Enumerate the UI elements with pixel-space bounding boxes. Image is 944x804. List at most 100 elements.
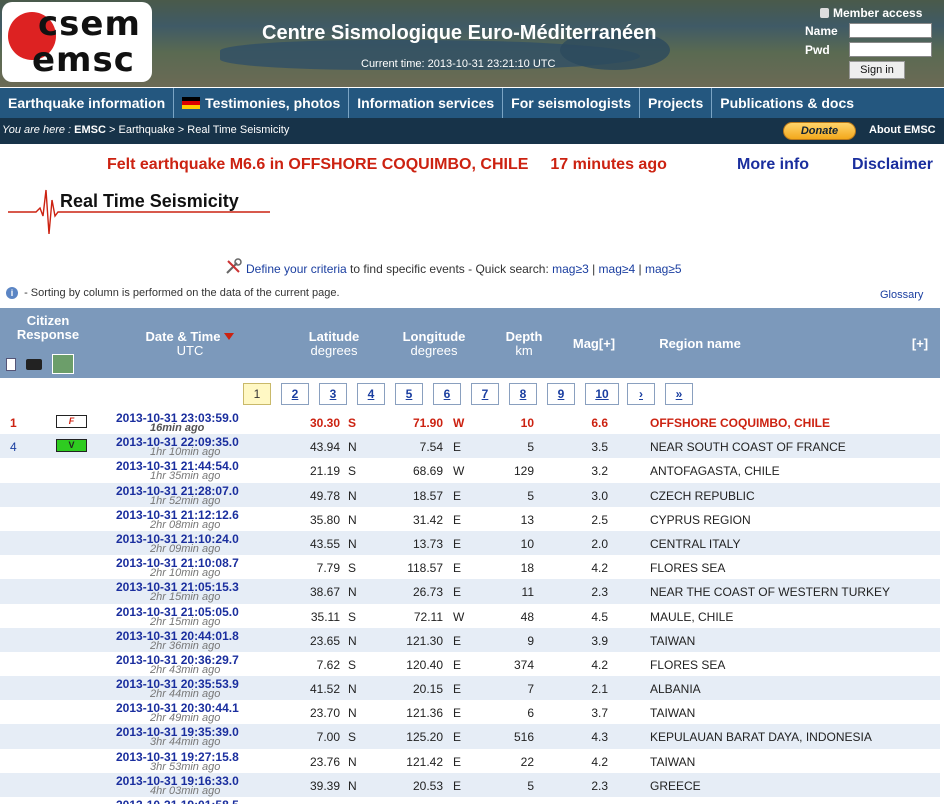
felt-badge[interactable]: F [56, 415, 87, 428]
col-label: Response [16, 327, 80, 342]
latitude-value: 43.94 [309, 440, 340, 455]
map-thumbnail-icon[interactable] [52, 354, 74, 374]
region-name: KEPULAUAN BARAT DAYA, INDONESIA [650, 730, 872, 745]
nav-earthquake-information[interactable]: Earthquake information [0, 88, 175, 118]
latitude-hemisphere: N [348, 585, 357, 600]
table-row[interactable]: 2013-10-31 21:10:08.7 2hr 10min ago 7.79 S 1… [0, 555, 940, 579]
longitude-value: 125.20 [406, 730, 443, 745]
table-row[interactable]: 2013-10-31 19:16:33.0 4hr 03min ago 39.39 N… [0, 772, 940, 797]
col-depth[interactable]: Depth km [494, 330, 554, 358]
table-row[interactable]: 2013-10-31 21:10:24.0 2hr 09min ago 43.55 N… [0, 530, 940, 556]
page-4[interactable]: 4 [357, 383, 385, 405]
longitude-hemisphere: E [453, 657, 462, 672]
quick-search-mag5[interactable]: mag≥5 [645, 262, 682, 276]
depth-value: 374 [513, 657, 534, 672]
donate-button[interactable]: Donate [783, 122, 856, 140]
latitude-value: 41.52 [309, 682, 340, 697]
citizen-count[interactable]: 1 [10, 416, 17, 430]
longitude-hemisphere: E [453, 512, 462, 527]
breadcrumb-path[interactable]: > Earthquake > Real Time Seismicity [106, 124, 289, 136]
nav-publications-docs[interactable]: Publications & docs [712, 88, 862, 118]
alert-ago: 17 minutes ago [550, 156, 667, 173]
table-row[interactable]: 2013-10-31 21:05:15.3 2hr 15min ago 38.67 N… [0, 579, 940, 604]
longitude-value: 121.36 [406, 706, 443, 721]
sign-in-button[interactable]: Sign in [849, 61, 905, 79]
table-row[interactable]: 2013-10-31 19:01:58.5 [0, 797, 940, 804]
logo-text-bottom: emsc [32, 40, 135, 80]
camera-icon[interactable] [26, 358, 42, 370]
quick-search-mag4[interactable]: mag≥4 [599, 262, 636, 276]
col-magnitude[interactable]: Mag[+] [562, 337, 626, 351]
region-name: FLORES SEA [650, 657, 726, 672]
table-row[interactable]: 2013-10-31 21:44:54.0 1hr 35min ago 21.19 S… [0, 458, 940, 482]
longitude-hemisphere: E [453, 585, 462, 600]
about-emsc-link[interactable]: About EMSC [869, 124, 936, 136]
col-longitude[interactable]: Longitude degrees [392, 330, 476, 358]
col-latitude[interactable]: Latitude degrees [294, 330, 374, 358]
page-2[interactable]: 2 [281, 383, 309, 405]
page-8[interactable]: 8 [509, 383, 537, 405]
col-region-name[interactable]: Region name [650, 337, 750, 351]
felt-earthquake-alert[interactable]: Felt earthquake M6.6 in OFFSHORE COQUIMB… [107, 156, 667, 174]
depth-value: 9 [527, 633, 534, 648]
testimony-badge[interactable]: V [56, 439, 87, 453]
next-page-button[interactable]: › [627, 383, 655, 405]
citizen-count[interactable]: 4 [10, 440, 17, 454]
quick-search-mag3[interactable]: mag≥3 [552, 262, 589, 276]
page-6[interactable]: 6 [433, 383, 461, 405]
col-date-time[interactable]: Date & Time UTC [130, 330, 250, 358]
table-row[interactable]: 4 2013-10-31 22:09:35.0 1hr 10min ago 43.94… [0, 434, 940, 459]
page-5[interactable]: 5 [395, 383, 423, 405]
event-datetime-link[interactable]: 2013-10-31 19:01:58.5 [116, 798, 239, 804]
table-header: Citizen Response Date & Time UTC Latitude d… [0, 308, 940, 378]
latitude-value: 23.70 [309, 706, 340, 721]
latitude-value: 39.39 [309, 778, 340, 793]
nav-projects[interactable]: Projects [640, 88, 713, 118]
latitude-value: 49.78 [309, 488, 340, 503]
more-info-link[interactable]: More info [737, 156, 809, 174]
page-7[interactable]: 7 [471, 383, 499, 405]
magnitude-value: 3.5 [591, 440, 608, 455]
latitude-hemisphere: N [348, 633, 357, 648]
event-ago: 4hr 03min ago [150, 784, 221, 797]
breadcrumb-emsc-link[interactable]: EMSC [74, 124, 106, 136]
nav-information-services[interactable]: Information services [349, 88, 504, 118]
longitude-hemisphere: E [453, 778, 462, 793]
longitude-value: 31.42 [412, 512, 443, 527]
logo-text-top: csem [38, 4, 141, 44]
table-row[interactable]: 2013-10-31 19:35:39.0 3hr 44min ago 7.00 S 1… [0, 724, 940, 749]
latitude-hemisphere: N [348, 754, 357, 769]
col-more-button[interactable]: [+] [900, 337, 940, 351]
last-page-button[interactable]: » [665, 383, 693, 405]
testimony-doc-icon[interactable] [6, 357, 16, 371]
table-row[interactable]: 2013-10-31 20:35:53.9 2hr 44min ago 41.52 N… [0, 676, 940, 701]
latitude-value: 7.79 [316, 561, 340, 576]
page-1[interactable]: 1 [243, 383, 271, 405]
table-row[interactable]: 2013-10-31 20:44:01.8 2hr 36min ago 23.65 N… [0, 627, 940, 652]
table-row[interactable]: 2013-10-31 20:30:44.1 2hr 49min ago 23.70 N… [0, 700, 940, 724]
event-ago: 16min ago [150, 422, 205, 434]
col-citizen-response[interactable]: Citizen Response [6, 314, 90, 342]
glossary-link[interactable]: Glossary [880, 289, 923, 301]
page-9[interactable]: 9 [547, 383, 575, 405]
define-criteria-link[interactable]: Define your criteria [246, 262, 347, 276]
table-row[interactable]: 2013-10-31 21:28:07.0 1hr 52min ago 49.78 N… [0, 482, 940, 507]
nav-testimonies-photos[interactable]: Testimonies, photos [174, 88, 350, 118]
disclaimer-link[interactable]: Disclaimer [852, 156, 933, 174]
table-row[interactable]: 2013-10-31 19:27:15.8 3hr 53min ago 23.76 N… [0, 749, 940, 773]
table-row[interactable]: 2013-10-31 20:36:29.7 2hr 43min ago 7.62 S 1… [0, 652, 940, 676]
emsc-logo[interactable]: csem emsc [2, 2, 152, 82]
table-row[interactable]: 2013-10-31 21:12:12.6 2hr 08min ago 35.80 N… [0, 507, 940, 531]
alert-text: Felt earthquake M6.6 in OFFSHORE COQUIMB… [107, 156, 529, 173]
longitude-value: 68.69 [412, 464, 443, 479]
region-name: TAIWAN [650, 754, 696, 769]
password-input[interactable] [849, 42, 932, 57]
name-input[interactable] [849, 23, 932, 38]
latitude-hemisphere: N [348, 488, 357, 503]
table-row[interactable]: 1 2013-10-31 23:03:59.0 16min ago 30.30 S 71.… [0, 410, 940, 434]
nav-label: Projects [647, 95, 704, 111]
table-row[interactable]: 2013-10-31 21:05:05.0 2hr 15min ago 35.11 S… [0, 604, 940, 628]
nav-for-seismologists[interactable]: For seismologists [503, 88, 640, 118]
page-10[interactable]: 10 [585, 383, 619, 405]
page-3[interactable]: 3 [319, 383, 347, 405]
